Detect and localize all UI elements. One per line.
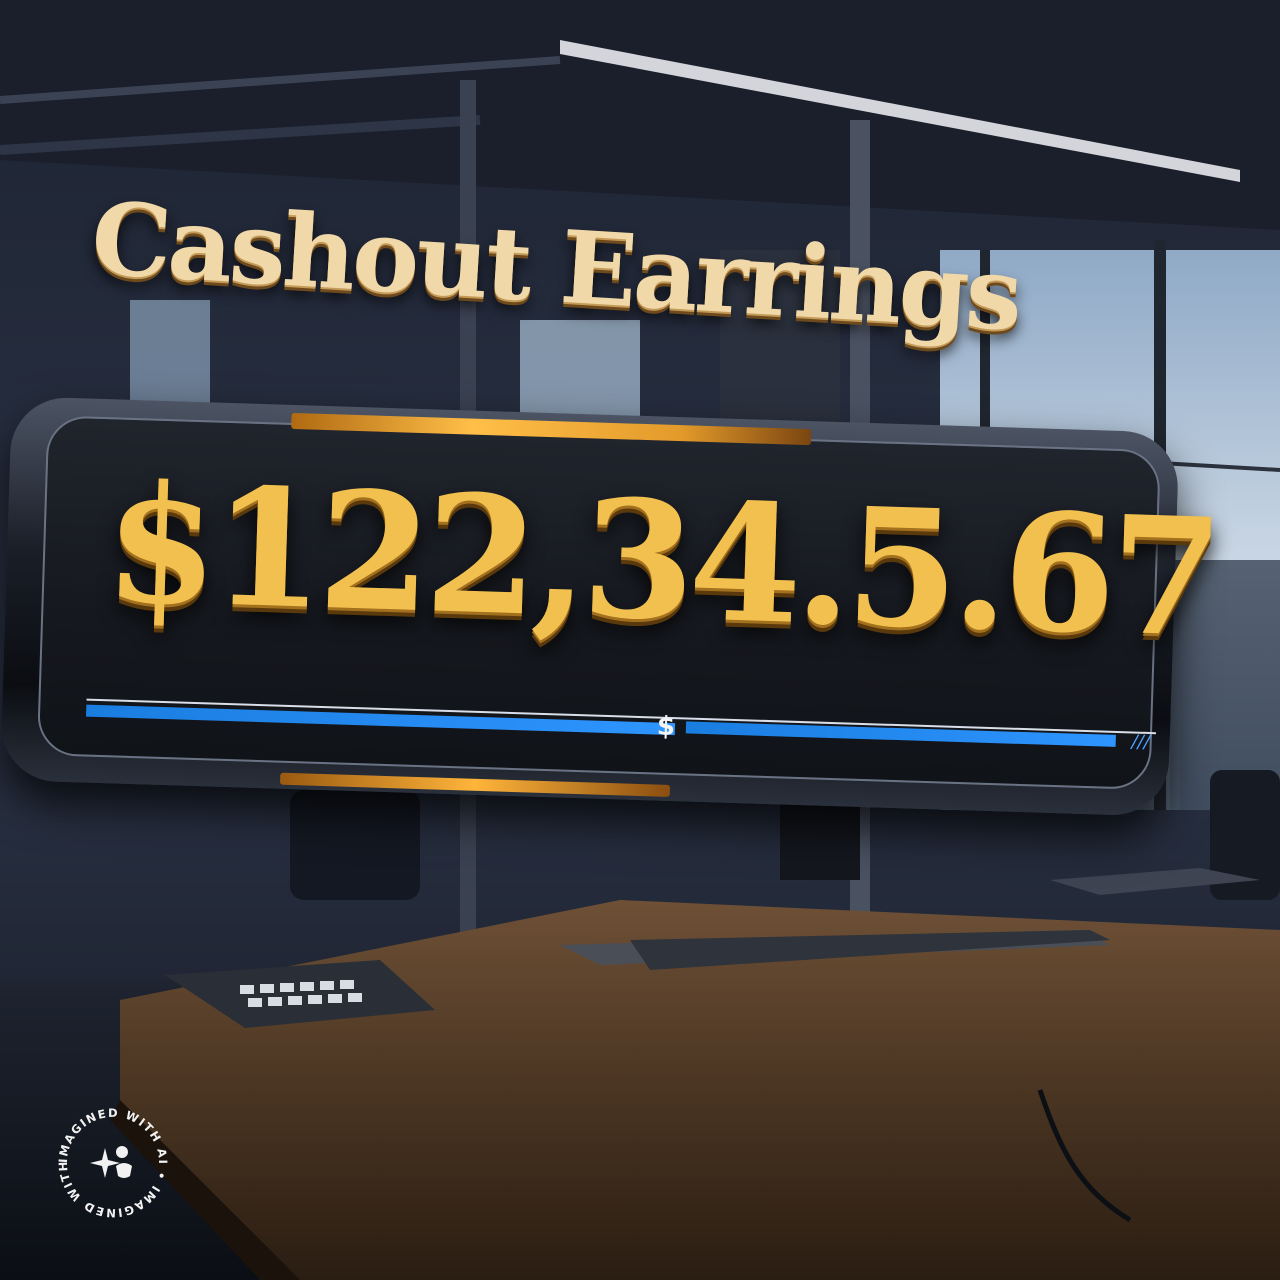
ai-watermark: IMAGINED WITH AI • IMAGINED WITH AI • bbox=[50, 1100, 176, 1226]
scene: Cashout Earrings $122,34.5.67 $ /// IMAG… bbox=[0, 0, 1280, 1280]
progress-marker: $ bbox=[656, 711, 676, 743]
earnings-amount: $122,34.5.67 bbox=[102, 449, 1220, 674]
progress-end-mark: /// bbox=[1131, 731, 1151, 753]
sparkle-people-icon bbox=[90, 1146, 132, 1178]
earnings-display-panel: $122,34.5.67 $ /// bbox=[0, 396, 1220, 817]
